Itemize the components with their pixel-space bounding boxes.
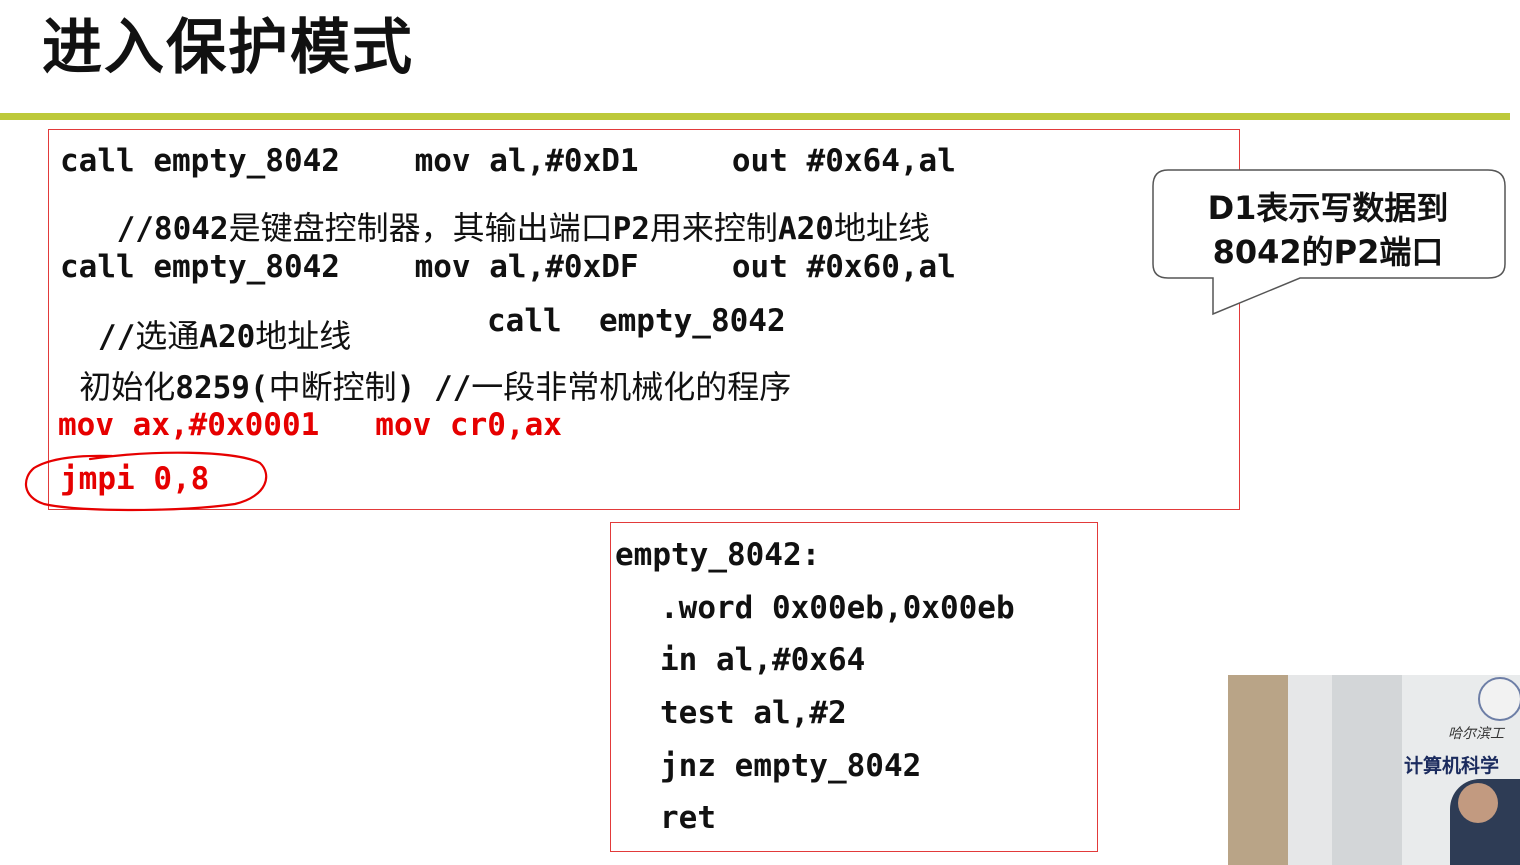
comment-text: 是键盘控制器，其输出端口 <box>228 209 613 247</box>
video-wall-panel <box>1332 675 1402 865</box>
code-line-5: 初始化8259(中断控制) //一段非常机械化的程序 <box>60 355 791 404</box>
video-wall-panel <box>1288 675 1332 865</box>
comment-a20: A20 <box>199 319 256 355</box>
comment-text-2: 地址线 <box>255 317 352 355</box>
university-emblem-icon <box>1478 677 1520 721</box>
callout-d1: D1 <box>1207 189 1257 227</box>
slide-title: 进入保护模式 <box>42 13 414 83</box>
init-close: ) // <box>396 370 472 406</box>
code-line-1: call empty_8042 mov al,#0xD1 out #0x64,a… <box>60 143 956 179</box>
code-line-4: //选通A20地址线 <box>60 304 351 353</box>
comment-text-2: 用来控制 <box>649 209 778 247</box>
handwritten-circle-annotation <box>24 451 268 512</box>
callout-line-1: D1表示写数据到 <box>1150 186 1506 230</box>
lecturer-video-thumbnail: 哈尔滨工 计算机科学 <box>1228 675 1520 865</box>
callout-8042: 8042 <box>1212 233 1302 271</box>
callout-text-1: 表示写数据到 <box>1256 189 1449 227</box>
callout-port: 端口 <box>1379 233 1444 271</box>
title-divider <box>0 113 1510 120</box>
callout-de: 的 <box>1301 233 1334 271</box>
callout-text: D1表示写数据到 8042的P2端口 <box>1150 186 1506 274</box>
callout-bubble: D1表示写数据到 8042的P2端口 <box>1150 168 1508 318</box>
init-comment: 一段非常机械化的程序 <box>471 368 792 406</box>
init-text: 初始化 <box>79 368 176 406</box>
init-text-2: 中断控制 <box>268 368 397 406</box>
comment-text: 选通 <box>135 317 200 355</box>
init-number: 8259( <box>175 370 269 406</box>
comment-prefix: // <box>79 319 136 355</box>
video-wall-panel <box>1228 675 1288 865</box>
subroutine-line: test al,#2 <box>660 695 847 731</box>
comment-text-3: 地址线 <box>833 209 930 247</box>
subroutine-label: empty_8042: <box>615 537 821 573</box>
video-sign-line-2: 计算机科学 <box>1404 755 1500 777</box>
code-line-3: call empty_8042 mov al,#0xDF out #0x60,a… <box>60 249 956 285</box>
comment-p2: P2 <box>612 211 650 247</box>
subroutine-line: .word 0x00eb,0x00eb <box>660 590 1015 626</box>
subroutine-line: jnz empty_8042 <box>660 748 922 784</box>
lecturer-head <box>1458 783 1498 823</box>
code-line-6: mov ax,#0x0001 mov cr0,ax <box>58 407 562 443</box>
subroutine-line: ret <box>660 800 716 836</box>
code-line-4-call: call empty_8042 <box>487 303 786 339</box>
comment-a20: A20 <box>777 211 834 247</box>
subroutine-line: in al,#0x64 <box>660 642 866 678</box>
code-line-2: //8042是键盘控制器，其输出端口P2用来控制A20地址线 <box>60 196 930 245</box>
video-sign-line-1: 哈尔滨工 <box>1448 726 1504 742</box>
comment-prefix: //8042 <box>79 211 229 247</box>
callout-p2: P2 <box>1333 233 1380 271</box>
callout-line-2: 8042的P2端口 <box>1150 230 1506 274</box>
